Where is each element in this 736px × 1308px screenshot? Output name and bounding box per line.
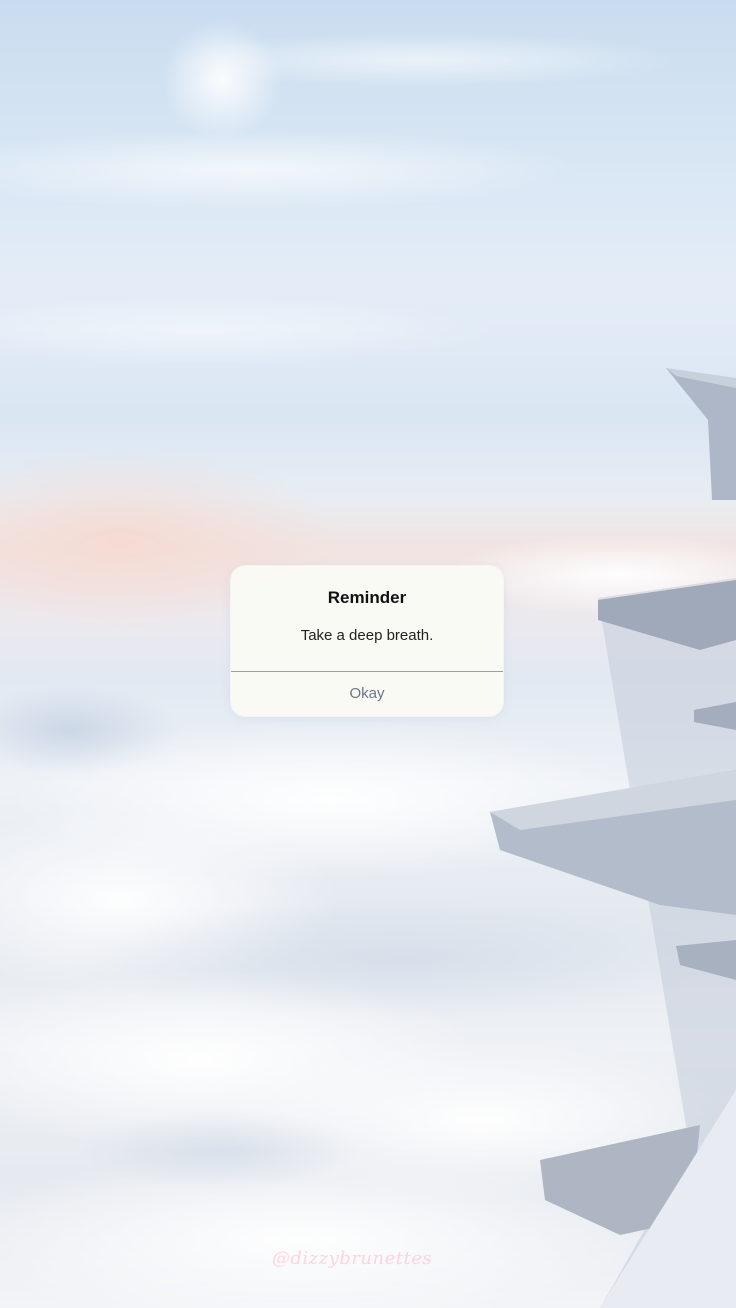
- cloud-shadow: [80, 1110, 360, 1190]
- okay-button[interactable]: Okay: [231, 672, 503, 716]
- reminder-alert-dialog: Reminder Take a deep breath. Okay: [231, 566, 503, 716]
- alert-message: Take a deep breath.: [300, 627, 434, 644]
- wispy-cloud: [0, 295, 500, 365]
- winglet: [666, 368, 736, 500]
- alert-title: Reminder: [327, 588, 407, 607]
- watermark-signature: @dizzybrunettes: [271, 1248, 433, 1269]
- wispy-cloud: [0, 130, 580, 210]
- wispy-cloud: [160, 32, 680, 88]
